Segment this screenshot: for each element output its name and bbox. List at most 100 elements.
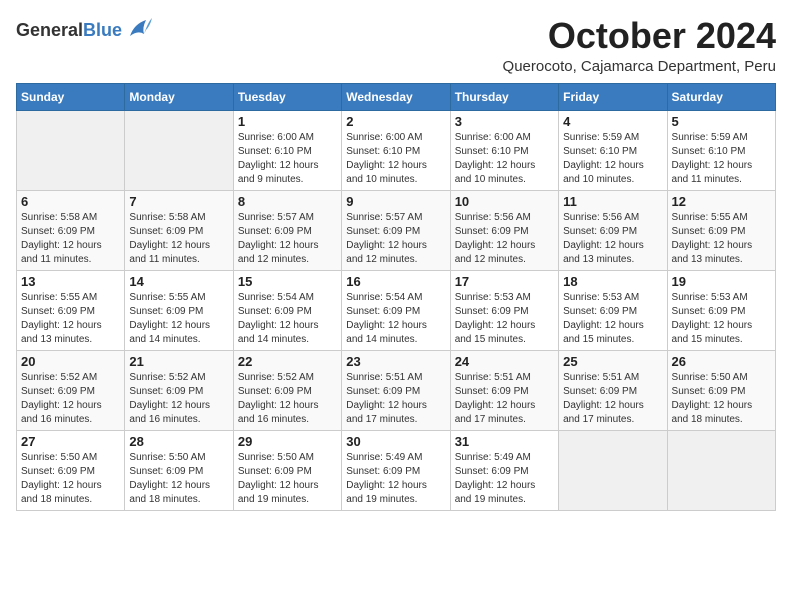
day-number: 14 [129, 274, 228, 289]
calendar-cell [17, 110, 125, 190]
calendar-cell: 4 Sunrise: 5:59 AMSunset: 6:10 PMDaylight… [559, 110, 667, 190]
day-info: Sunrise: 6:00 AMSunset: 6:10 PMDaylight:… [455, 131, 554, 187]
calendar-cell: 21 Sunrise: 5:52 AMSunset: 6:09 PMDayligh… [125, 350, 233, 430]
calendar-week-1: 1 Sunrise: 6:00 AMSunset: 6:10 PMDaylight… [17, 110, 776, 190]
day-info: Sunrise: 5:53 AMSunset: 6:09 PMDaylight:… [672, 291, 771, 347]
calendar-cell [125, 110, 233, 190]
calendar-cell: 24Sunrise: 5:51 AMSunset: 6:09 PMDayligh… [450, 350, 558, 430]
day-info: Sunrise: 5:54 AMSunset: 6:09 PMDaylight:… [238, 291, 337, 347]
title-block: October 2024 Querocoto, Cajamarca Depart… [503, 16, 776, 75]
calendar-cell: 9 Sunrise: 5:57 AMSunset: 6:09 PMDaylight… [342, 190, 450, 270]
calendar-cell: 23Sunrise: 5:51 AMSunset: 6:09 PMDayligh… [342, 350, 450, 430]
day-info: Sunrise: 5:53 AMSunset: 6:09 PMDaylight:… [455, 291, 554, 347]
day-info: Sunrise: 5:57 AMSunset: 6:09 PMDaylight:… [238, 211, 337, 267]
day-info: Sunrise: 5:54 AMSunset: 6:09 PMDaylight:… [346, 291, 445, 347]
day-info: Sunrise: 5:50 AMSunset: 6:09 PMDaylight:… [238, 451, 337, 507]
month-title: October 2024 [503, 16, 776, 56]
day-info: Sunrise: 5:56 AMSunset: 6:09 PMDaylight:… [455, 211, 554, 267]
calendar-cell: 28 Sunrise: 5:50 AMSunset: 6:09 PMDayligh… [125, 430, 233, 510]
col-header-friday: Friday [559, 83, 667, 110]
calendar-cell: 19 Sunrise: 5:53 AMSunset: 6:09 PMDayligh… [667, 270, 775, 350]
calendar-cell: 30 Sunrise: 5:49 AMSunset: 6:09 PMDayligh… [342, 430, 450, 510]
day-number: 6 [21, 194, 120, 209]
day-info: Sunrise: 5:50 AMSunset: 6:09 PMDaylight:… [129, 451, 228, 507]
calendar-cell: 29 Sunrise: 5:50 AMSunset: 6:09 PMDayligh… [233, 430, 341, 510]
day-number: 31 [455, 434, 554, 449]
day-number: 15 [238, 274, 337, 289]
calendar-cell: 6 Sunrise: 5:58 AMSunset: 6:09 PMDaylight… [17, 190, 125, 270]
calendar-cell: 8Sunrise: 5:57 AMSunset: 6:09 PMDaylight… [233, 190, 341, 270]
day-number: 10 [455, 194, 554, 209]
location-subtitle: Querocoto, Cajamarca Department, Peru [503, 58, 776, 75]
calendar-cell [667, 430, 775, 510]
col-header-tuesday: Tuesday [233, 83, 341, 110]
day-info: Sunrise: 5:56 AMSunset: 6:09 PMDaylight:… [563, 211, 662, 267]
day-info: Sunrise: 5:53 AMSunset: 6:09 PMDaylight:… [563, 291, 662, 347]
day-info: Sunrise: 5:52 AMSunset: 6:09 PMDaylight:… [21, 371, 120, 427]
calendar-cell: 3 Sunrise: 6:00 AMSunset: 6:10 PMDaylight… [450, 110, 558, 190]
calendar-week-3: 13Sunrise: 5:55 AMSunset: 6:09 PMDayligh… [17, 270, 776, 350]
calendar-cell [559, 430, 667, 510]
day-number: 7 [129, 194, 228, 209]
day-info: Sunrise: 5:58 AMSunset: 6:09 PMDaylight:… [129, 211, 228, 267]
day-number: 19 [672, 274, 771, 289]
calendar-cell: 17Sunrise: 5:53 AMSunset: 6:09 PMDayligh… [450, 270, 558, 350]
calendar-header-row: SundayMondayTuesdayWednesdayThursdayFrid… [17, 83, 776, 110]
calendar-cell: 2 Sunrise: 6:00 AMSunset: 6:10 PMDaylight… [342, 110, 450, 190]
calendar-cell: 25Sunrise: 5:51 AMSunset: 6:09 PMDayligh… [559, 350, 667, 430]
day-info: Sunrise: 5:52 AMSunset: 6:09 PMDaylight:… [129, 371, 228, 427]
calendar-cell: 7 Sunrise: 5:58 AMSunset: 6:09 PMDaylight… [125, 190, 233, 270]
day-number: 30 [346, 434, 445, 449]
day-number: 21 [129, 354, 228, 369]
day-number: 27 [21, 434, 120, 449]
calendar-cell: 14 Sunrise: 5:55 AMSunset: 6:09 PMDayligh… [125, 270, 233, 350]
day-info: Sunrise: 5:51 AMSunset: 6:09 PMDaylight:… [563, 371, 662, 427]
page-header: GeneralBlue October 2024 Querocoto, Caja… [16, 16, 776, 75]
day-number: 1 [238, 114, 337, 129]
day-info: Sunrise: 5:55 AMSunset: 6:09 PMDaylight:… [21, 291, 120, 347]
calendar-cell: 26 Sunrise: 5:50 AMSunset: 6:09 PMDayligh… [667, 350, 775, 430]
day-info: Sunrise: 5:50 AMSunset: 6:09 PMDaylight:… [672, 371, 771, 427]
day-number: 26 [672, 354, 771, 369]
day-info: Sunrise: 5:50 AMSunset: 6:09 PMDaylight:… [21, 451, 120, 507]
day-info: Sunrise: 6:00 AMSunset: 6:10 PMDaylight:… [238, 131, 337, 187]
calendar-cell: 27 Sunrise: 5:50 AMSunset: 6:09 PMDayligh… [17, 430, 125, 510]
col-header-saturday: Saturday [667, 83, 775, 110]
calendar-cell: 13Sunrise: 5:55 AMSunset: 6:09 PMDayligh… [17, 270, 125, 350]
day-number: 12 [672, 194, 771, 209]
day-info: Sunrise: 5:55 AMSunset: 6:09 PMDaylight:… [672, 211, 771, 267]
day-info: Sunrise: 6:00 AMSunset: 6:10 PMDaylight:… [346, 131, 445, 187]
logo-blue: Blue [83, 20, 122, 40]
calendar-cell: 5Sunrise: 5:59 AMSunset: 6:10 PMDaylight… [667, 110, 775, 190]
col-header-wednesday: Wednesday [342, 83, 450, 110]
day-number: 5 [672, 114, 771, 129]
col-header-thursday: Thursday [450, 83, 558, 110]
day-number: 29 [238, 434, 337, 449]
day-number: 16 [346, 274, 445, 289]
day-number: 3 [455, 114, 554, 129]
calendar-cell: 31Sunrise: 5:49 AMSunset: 6:09 PMDayligh… [450, 430, 558, 510]
day-info: Sunrise: 5:49 AMSunset: 6:09 PMDaylight:… [346, 451, 445, 507]
day-info: Sunrise: 5:52 AMSunset: 6:09 PMDaylight:… [238, 371, 337, 427]
logo-general: General [16, 20, 83, 40]
calendar-table: SundayMondayTuesdayWednesdayThursdayFrid… [16, 83, 776, 511]
day-number: 20 [21, 354, 120, 369]
day-number: 22 [238, 354, 337, 369]
calendar-cell: 16 Sunrise: 5:54 AMSunset: 6:09 PMDayligh… [342, 270, 450, 350]
logo-bird-icon [126, 16, 154, 44]
calendar-cell: 15 Sunrise: 5:54 AMSunset: 6:09 PMDayligh… [233, 270, 341, 350]
day-number: 18 [563, 274, 662, 289]
day-number: 2 [346, 114, 445, 129]
calendar-cell: 10 Sunrise: 5:56 AMSunset: 6:09 PMDayligh… [450, 190, 558, 270]
day-info: Sunrise: 5:58 AMSunset: 6:09 PMDaylight:… [21, 211, 120, 267]
day-number: 11 [563, 194, 662, 209]
day-info: Sunrise: 5:59 AMSunset: 6:10 PMDaylight:… [563, 131, 662, 187]
calendar-cell: 20 Sunrise: 5:52 AMSunset: 6:09 PMDayligh… [17, 350, 125, 430]
col-header-sunday: Sunday [17, 83, 125, 110]
day-number: 4 [563, 114, 662, 129]
calendar-week-5: 27 Sunrise: 5:50 AMSunset: 6:09 PMDayligh… [17, 430, 776, 510]
day-info: Sunrise: 5:57 AMSunset: 6:09 PMDaylight:… [346, 211, 445, 267]
day-number: 9 [346, 194, 445, 209]
day-info: Sunrise: 5:55 AMSunset: 6:09 PMDaylight:… [129, 291, 228, 347]
day-number: 28 [129, 434, 228, 449]
